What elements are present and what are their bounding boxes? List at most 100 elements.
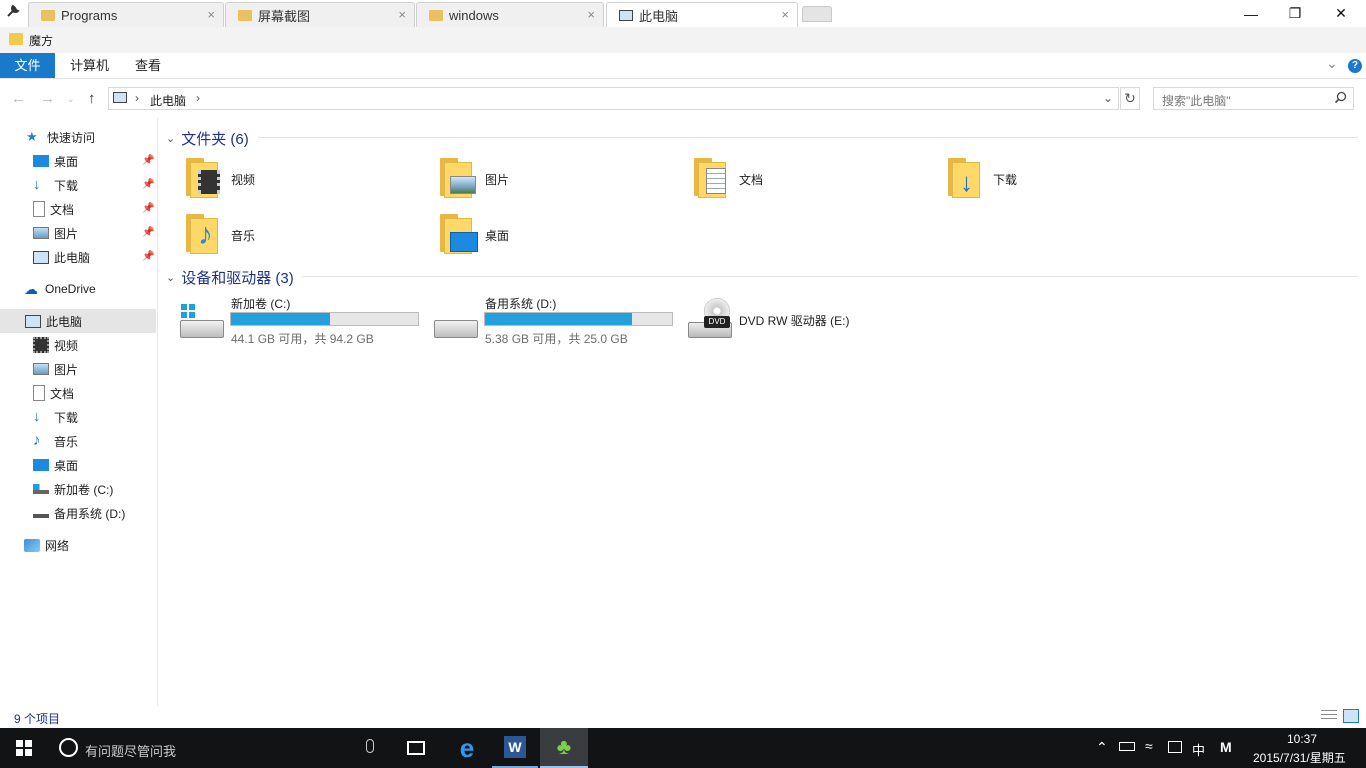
refresh-button[interactable]: ↻ (1120, 87, 1140, 110)
pin-icon[interactable]: 📌 (142, 227, 154, 238)
chevron-up-icon[interactable]: ⌃ (1096, 739, 1108, 756)
wifi-icon[interactable]: ≈ (1145, 738, 1153, 754)
drive-name[interactable]: 备用系统 (D:) (485, 295, 556, 312)
drive-name[interactable]: DVD RW 驱动器 (E:) (739, 312, 849, 329)
recent-dropdown-icon[interactable]: ⌄ (67, 94, 75, 105)
breadcrumb-separator[interactable]: › (135, 91, 139, 105)
clock-date[interactable]: 2015/7/31/星期五 (1253, 749, 1346, 766)
pin-icon[interactable]: 📌 (142, 155, 154, 166)
sidebar-item-downloads-pc[interactable]: ↓ 下载 (0, 405, 156, 429)
tab-programs[interactable]: Programs × (28, 2, 224, 27)
minimize-button[interactable]: — (1228, 0, 1274, 27)
drive-icon (33, 484, 49, 494)
clock-time[interactable]: 10:37 (1287, 732, 1317, 746)
restore-button[interactable]: ❐ (1272, 0, 1318, 27)
breadcrumb-this-pc[interactable]: 此电脑 (150, 92, 186, 109)
folders-group-header[interactable]: ⌄ 文件夹 (6) (166, 128, 249, 149)
sidebar-item-music[interactable]: ♪ 音乐 (0, 429, 156, 453)
sidebar-item-drive-c[interactable]: 新加卷 (C:) (0, 477, 156, 501)
sidebar-item-desktop-pc[interactable]: 桌面 (0, 453, 156, 477)
ribbon-tab-view[interactable]: 查看 (135, 53, 161, 78)
sidebar-item-desktop[interactable]: 桌面 📌 (0, 149, 156, 173)
cortana-search-box[interactable]: 有问题尽管问我 (48, 728, 392, 768)
start-button[interactable] (0, 728, 48, 768)
forward-arrow-icon[interactable]: → (40, 90, 55, 107)
edge-app-button[interactable]: e (444, 728, 490, 768)
sidebar-item-onedrive[interactable]: ☁ OneDrive (0, 277, 156, 301)
clover-app-button[interactable]: ♣ (540, 728, 588, 768)
folder-videos[interactable] (184, 156, 224, 200)
sidebar-item-downloads[interactable]: ↓ 下载 📌 (0, 173, 156, 197)
ime-mode-icon[interactable]: M (1220, 739, 1232, 755)
folder-icon (429, 9, 443, 21)
details-view-icon[interactable] (1321, 710, 1337, 722)
search-input[interactable]: 搜索"此电脑" (1153, 87, 1354, 110)
up-arrow-icon[interactable]: ↑ (88, 90, 96, 107)
search-icon[interactable] (1334, 91, 1347, 107)
folder-label[interactable]: 文档 (739, 171, 763, 188)
close-tab-icon[interactable]: × (781, 7, 789, 22)
sidebar-item-this-pc[interactable]: 此电脑 (0, 309, 156, 333)
address-dropdown-icon[interactable]: ⌄ (1103, 91, 1113, 105)
sidebar-item-label: 视频 (54, 338, 79, 353)
drive-name[interactable]: 新加卷 (C:) (231, 295, 290, 312)
folder-label[interactable]: 视频 (231, 171, 255, 188)
ribbon-tab-computer[interactable]: 计算机 (70, 53, 109, 78)
picture-icon (450, 176, 476, 194)
sidebar-item-pictures-pc[interactable]: 图片 (0, 357, 156, 381)
notification-icon[interactable] (1168, 741, 1182, 753)
sidebar-item-quick-access[interactable]: ★ 快速访问 (0, 125, 156, 149)
close-tab-icon[interactable]: × (207, 7, 215, 22)
folder-label[interactable]: 图片 (485, 171, 509, 188)
pin-icon[interactable]: 📌 (142, 251, 154, 262)
folder-downloads[interactable]: ↓ (946, 156, 986, 200)
ribbon-tab-file[interactable]: 文件 (0, 53, 55, 78)
new-tab-button[interactable] (802, 6, 832, 22)
sidebar-item-documents-pc[interactable]: 文档 (0, 381, 156, 405)
sidebar-item-drive-d[interactable]: 备用系统 (D:) (0, 501, 156, 525)
sidebar-item-videos[interactable]: 视频 (0, 333, 156, 357)
desktop-icon (450, 232, 478, 252)
microphone-icon[interactable] (366, 739, 374, 753)
task-view-button[interactable] (394, 728, 438, 768)
pin-icon[interactable]: 📌 (142, 179, 154, 190)
dvd-badge: DVD (704, 316, 730, 328)
ime-indicator[interactable]: 中 (1192, 740, 1205, 759)
folder-desktop[interactable] (438, 212, 478, 256)
folder-label[interactable]: 音乐 (231, 227, 255, 244)
wrench-icon[interactable] (6, 4, 20, 18)
close-tab-icon[interactable]: × (587, 7, 595, 22)
tab-this-pc[interactable]: 此电脑 × (606, 2, 798, 27)
folder-pictures[interactable] (438, 156, 478, 200)
tab-windows[interactable]: windows × (416, 2, 604, 27)
sidebar-item-label: 音乐 (54, 434, 79, 449)
large-icons-view-icon[interactable] (1343, 709, 1359, 723)
pin-icon[interactable]: 📌 (142, 203, 154, 214)
dvd-drive-tile[interactable]: DVD (686, 296, 734, 344)
sidebar-item-pictures[interactable]: 图片 📌 (0, 221, 156, 245)
sidebar-item-documents[interactable]: 文档 📌 (0, 197, 156, 221)
sidebar-item-network[interactable]: 网络 (0, 533, 156, 557)
battery-icon[interactable] (1119, 742, 1135, 751)
sidebar-item-label: 备用系统 (D:) (54, 506, 126, 521)
tab-label: 屏幕截图 (258, 8, 311, 24)
tab-screenshots[interactable]: 屏幕截图 × (225, 2, 415, 27)
edge-icon: e (459, 732, 475, 763)
sidebar-item-this-pc-pinned[interactable]: 此电脑 📌 (0, 245, 156, 269)
folder-music[interactable]: ♪ (184, 212, 224, 256)
breadcrumb-separator[interactable]: › (196, 91, 200, 105)
close-tab-icon[interactable]: × (398, 7, 406, 22)
ribbon-expand-icon[interactable]: ⌄ (1326, 55, 1338, 72)
address-bar[interactable]: › 此电脑 › ⌄ (108, 87, 1119, 110)
folder-label[interactable]: 桌面 (485, 227, 509, 244)
folder-label[interactable]: 下载 (993, 171, 1017, 188)
back-arrow-icon[interactable]: ← (11, 90, 26, 107)
help-icon[interactable]: ? (1348, 59, 1362, 73)
folder-documents[interactable] (692, 156, 732, 200)
divider (258, 137, 1358, 138)
sidebar-item-label: 下载 (54, 178, 79, 193)
devices-group-header[interactable]: ⌄ 设备和驱动器 (3) (166, 267, 294, 288)
computer-icon (113, 92, 127, 103)
close-button[interactable]: ✕ (1318, 0, 1364, 27)
word-app-button[interactable]: W (492, 728, 538, 768)
